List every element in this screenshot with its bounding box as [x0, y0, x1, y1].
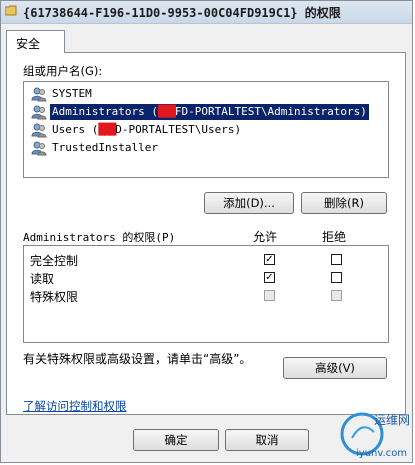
deny-special-checkbox: [331, 290, 342, 301]
remove-button[interactable]: 删除(R): [301, 192, 387, 214]
permissions-dialog: {61738644-F196-11D0-9953-00C04FD919C1} 的…: [0, 0, 413, 463]
site-watermark-logo: 运维网 iyunv.com: [340, 412, 410, 459]
tab-security[interactable]: 安全: [6, 30, 65, 53]
list-item-label: Administrators (███FD-PORTALTEST\Adminis…: [50, 104, 369, 120]
redaction-mark: ███: [157, 105, 176, 118]
list-item-trustedinstaller[interactable]: TrustedInstaller: [26, 139, 386, 157]
redaction-mark: ███: [98, 123, 116, 136]
list-item-label: SYSTEM: [52, 87, 92, 100]
permission-row-read: 读取 ✓: [24, 269, 388, 287]
folder-icon: [5, 5, 17, 16]
deny-read-checkbox[interactable]: [331, 272, 342, 283]
list-item-system[interactable]: SYSTEM: [26, 85, 386, 103]
title-bar: {61738644-F196-11D0-9953-00C04FD919C1} 的…: [1, 1, 412, 24]
permission-name: 完全控制: [30, 254, 79, 268]
list-item-label: Users (███D-PORTALTEST\Users): [52, 123, 242, 136]
permission-name: 特殊权限: [30, 290, 79, 304]
allow-column-header: 允许: [253, 230, 278, 244]
advanced-button[interactable]: 高级(V): [283, 357, 387, 379]
permissions-label: Administrators 的权限(P): [23, 231, 176, 244]
cancel-button[interactable]: 取消: [225, 429, 309, 451]
permission-row-special: 特殊权限: [24, 287, 388, 305]
list-item-users[interactable]: Users (███D-PORTALTEST\Users): [26, 121, 386, 139]
add-button[interactable]: 添加(D)...: [204, 192, 294, 214]
deny-column-header: 拒绝: [322, 230, 347, 244]
ok-button[interactable]: 确定: [133, 429, 219, 451]
user-group-icon: [31, 87, 47, 102]
list-item-label: TrustedInstaller: [52, 141, 158, 154]
allow-full-control-checkbox[interactable]: ✓: [264, 254, 275, 265]
list-item-administrators[interactable]: Administrators (███FD-PORTALTEST\Adminis…: [26, 103, 386, 121]
window-title: {61738644-F196-11D0-9953-00C04FD919C1} 的…: [23, 6, 341, 20]
help-link[interactable]: 了解访问控制和权限: [23, 398, 127, 414]
user-group-icon: [31, 141, 47, 156]
permissions-list: 完全控制 ✓ 读取 ✓ 特殊权限: [23, 245, 389, 343]
allow-special-checkbox: [264, 290, 275, 301]
deny-full-control-checkbox[interactable]: [331, 254, 342, 265]
tab-security-label: 安全: [16, 37, 41, 51]
advanced-hint-text: 有关特殊权限或高级设置，请单击“高级”。: [23, 352, 252, 366]
allow-read-checkbox[interactable]: ✓: [264, 272, 275, 283]
watermark-url: iyunv.com: [356, 448, 407, 459]
permission-row-full-control: 完全控制 ✓: [24, 251, 388, 269]
watermark-title: 运维网: [374, 413, 410, 427]
user-group-icon: [31, 105, 47, 120]
users-listbox[interactable]: SYSTEM Administrators (███FD-PORTALTEST\…: [23, 81, 389, 178]
user-group-icon: [31, 123, 47, 138]
permission-name: 读取: [30, 272, 55, 286]
users-label: 组或用户名(G):: [23, 64, 103, 78]
